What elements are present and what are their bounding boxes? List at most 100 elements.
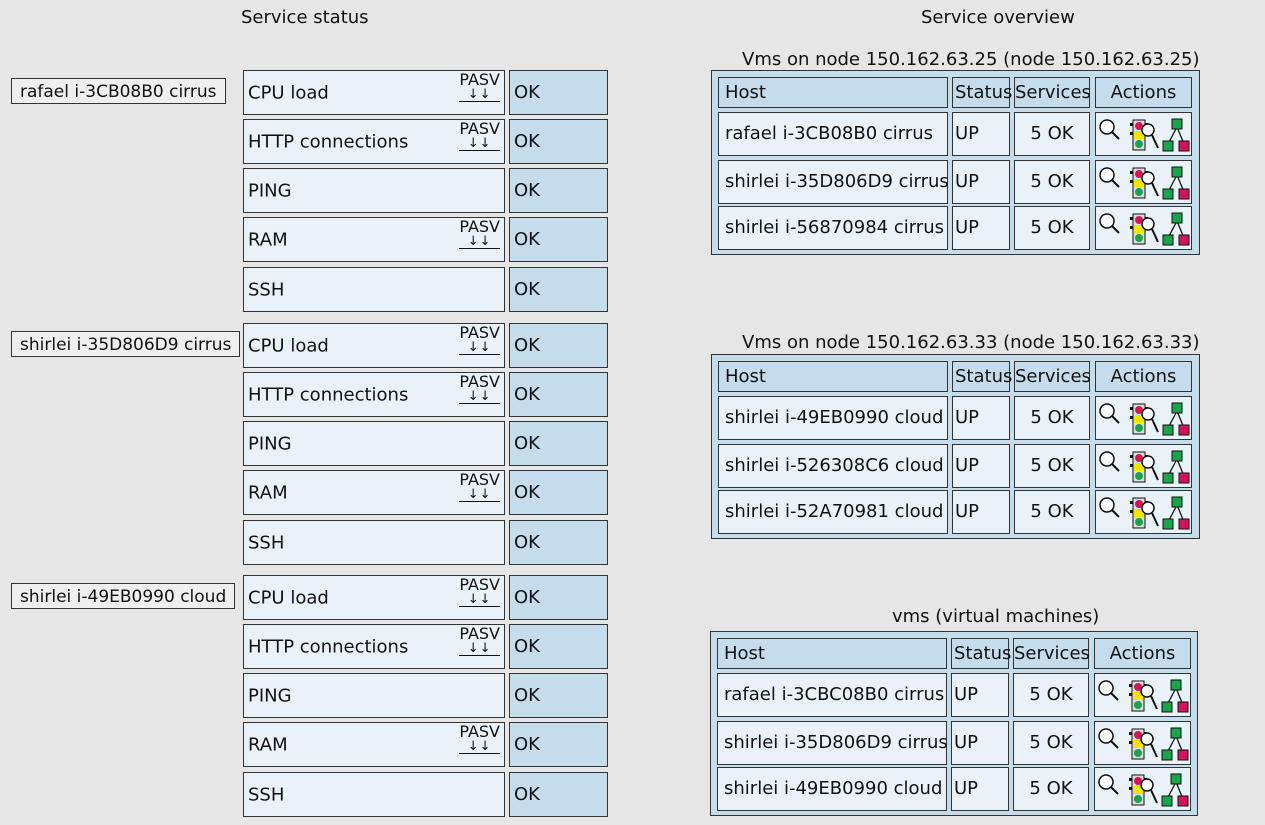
services-cell[interactable]: 5 OK <box>1014 444 1090 488</box>
network-map-icon[interactable] <box>1162 212 1190 246</box>
service-state-cell[interactable]: OK <box>509 722 608 767</box>
traffic-light-icon[interactable] <box>1129 679 1159 713</box>
status-cell[interactable]: UP <box>952 206 1010 250</box>
traffic-light-icon[interactable] <box>1130 496 1160 530</box>
column-header-services[interactable]: Services <box>1014 77 1091 108</box>
magnifier-icon[interactable] <box>1098 118 1122 142</box>
host-cell[interactable]: shirlei i-526308C6 cloud <box>718 444 948 488</box>
traffic-light-icon[interactable] <box>1130 450 1160 484</box>
service-group-host-label[interactable]: rafael i-3CB08B0 cirrus <box>11 78 226 104</box>
service-state-cell[interactable]: OK <box>509 772 608 817</box>
host-cell[interactable]: shirlei i-52A70981 cloud <box>718 490 948 534</box>
network-map-icon[interactable] <box>1162 450 1190 484</box>
column-header-services[interactable]: Services <box>1013 638 1090 669</box>
network-map-icon[interactable] <box>1162 118 1190 152</box>
magnifier-icon[interactable] <box>1097 679 1121 703</box>
service-state-cell[interactable]: OK <box>509 673 608 718</box>
column-header-services[interactable]: Services <box>1014 361 1091 392</box>
service-state-cell[interactable]: OK <box>509 421 608 466</box>
services-cell[interactable]: 5 OK <box>1014 206 1090 250</box>
column-header-status[interactable]: Status <box>951 638 1011 669</box>
column-header-status[interactable]: Status <box>952 77 1012 108</box>
service-state-cell[interactable]: OK <box>509 575 608 620</box>
service-name-cell[interactable]: PING <box>243 673 505 718</box>
status-cell[interactable]: UP <box>952 396 1010 440</box>
status-cell[interactable]: UP <box>952 112 1010 156</box>
column-header-host[interactable]: Host <box>717 638 947 669</box>
services-cell[interactable]: 5 OK <box>1013 721 1089 765</box>
host-cell[interactable]: shirlei i-49EB0990 cloud <box>718 396 948 440</box>
column-header-actions[interactable]: Actions <box>1095 77 1192 108</box>
service-state-cell[interactable]: OK <box>509 372 608 417</box>
traffic-light-icon[interactable] <box>1130 402 1160 436</box>
service-state-cell[interactable]: OK <box>509 168 608 213</box>
service-name-cell[interactable]: HTTP connections PASV ↓↓ <box>243 372 505 417</box>
service-state-cell[interactable]: OK <box>509 470 608 515</box>
column-header-host[interactable]: Host <box>718 77 948 108</box>
host-cell[interactable]: shirlei i-35D806D9 cirrus <box>718 160 949 204</box>
status-cell[interactable]: UP <box>952 160 1010 204</box>
service-name-cell[interactable]: PING <box>243 421 505 466</box>
status-cell[interactable]: UP <box>952 490 1010 534</box>
column-header-actions[interactable]: Actions <box>1094 638 1191 669</box>
service-name-cell[interactable]: PING <box>243 168 505 213</box>
service-name-cell[interactable]: CPU load PASV ↓↓ <box>243 70 505 115</box>
service-name-cell[interactable]: RAM PASV ↓↓ <box>243 722 505 767</box>
traffic-light-icon[interactable] <box>1129 727 1159 761</box>
status-cell[interactable]: UP <box>951 767 1009 811</box>
service-group-host-label[interactable]: shirlei i-35D806D9 cirrus <box>11 331 241 357</box>
magnifier-icon[interactable] <box>1098 450 1122 474</box>
service-name-cell[interactable]: SSH <box>243 267 505 312</box>
services-cell[interactable]: 5 OK <box>1014 112 1090 156</box>
status-cell[interactable]: UP <box>952 444 1010 488</box>
service-name-cell[interactable]: HTTP connections PASV ↓↓ <box>243 119 505 164</box>
services-cell[interactable]: 5 OK <box>1014 396 1090 440</box>
service-state-cell[interactable]: OK <box>509 520 608 565</box>
column-header-host[interactable]: Host <box>718 361 948 392</box>
network-map-icon[interactable] <box>1162 166 1190 200</box>
service-name-cell[interactable]: SSH <box>243 520 505 565</box>
network-map-icon[interactable] <box>1161 727 1189 761</box>
traffic-light-icon[interactable] <box>1129 773 1159 807</box>
traffic-light-icon[interactable] <box>1130 166 1160 200</box>
service-state-cell[interactable]: OK <box>509 217 608 262</box>
network-map-icon[interactable] <box>1161 773 1189 807</box>
passive-label: PASV <box>459 575 500 594</box>
status-cell[interactable]: UP <box>951 721 1009 765</box>
host-cell[interactable]: rafael i-3CB08B0 cirrus <box>718 112 948 156</box>
services-cell[interactable]: 5 OK <box>1013 767 1089 811</box>
service-state-cell[interactable]: OK <box>509 267 608 312</box>
network-map-icon[interactable] <box>1161 679 1189 713</box>
magnifier-icon[interactable] <box>1098 166 1122 190</box>
service-state-cell[interactable]: OK <box>509 119 608 164</box>
host-cell[interactable]: shirlei i-35D806D9 cirrus <box>717 721 948 765</box>
magnifier-icon[interactable] <box>1098 496 1122 520</box>
service-name-cell[interactable]: CPU load PASV ↓↓ <box>243 323 505 368</box>
service-name-cell[interactable]: SSH <box>243 772 505 817</box>
network-map-icon[interactable] <box>1162 496 1190 530</box>
service-state-cell[interactable]: OK <box>509 323 608 368</box>
host-cell[interactable]: rafael i-3CBC08B0 cirrus <box>717 673 947 717</box>
traffic-light-icon[interactable] <box>1130 118 1160 152</box>
service-name-cell[interactable]: RAM PASV ↓↓ <box>243 470 505 515</box>
status-cell[interactable]: UP <box>951 673 1009 717</box>
column-header-status[interactable]: Status <box>952 361 1012 392</box>
service-name-cell[interactable]: RAM PASV ↓↓ <box>243 217 505 262</box>
magnifier-icon[interactable] <box>1097 727 1121 751</box>
host-cell[interactable]: shirlei i-56870984 cirrus <box>718 206 948 250</box>
service-state-cell[interactable]: OK <box>509 70 608 115</box>
column-header-actions[interactable]: Actions <box>1095 361 1192 392</box>
host-cell[interactable]: shirlei i-49EB0990 cloud <box>717 767 947 811</box>
services-cell[interactable]: 5 OK <box>1014 490 1090 534</box>
magnifier-icon[interactable] <box>1097 773 1121 797</box>
network-map-icon[interactable] <box>1162 402 1190 436</box>
services-cell[interactable]: 5 OK <box>1014 160 1090 204</box>
service-name-cell[interactable]: HTTP connections PASV ↓↓ <box>243 624 505 669</box>
service-name-cell[interactable]: CPU load PASV ↓↓ <box>243 575 505 620</box>
service-state-cell[interactable]: OK <box>509 624 608 669</box>
magnifier-icon[interactable] <box>1098 212 1122 236</box>
service-group-host-label[interactable]: shirlei i-49EB0990 cloud <box>11 583 236 609</box>
services-cell[interactable]: 5 OK <box>1013 673 1089 717</box>
traffic-light-icon[interactable] <box>1130 212 1160 246</box>
magnifier-icon[interactable] <box>1098 402 1122 426</box>
